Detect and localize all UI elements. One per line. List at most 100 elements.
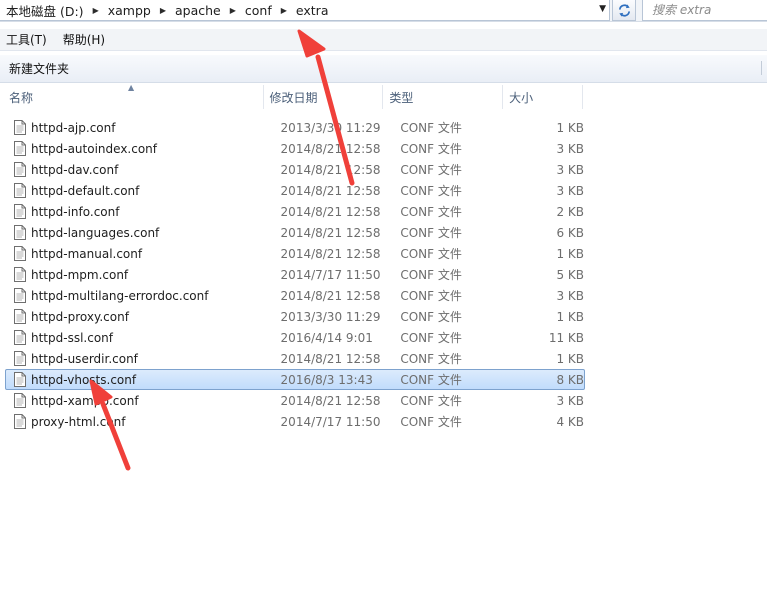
file-date: 2014/8/21 12:58 <box>280 162 381 177</box>
document-icon <box>14 372 26 387</box>
document-icon <box>14 414 26 429</box>
file-row[interactable]: httpd-dav.conf 2014/8/21 12:58 CONF 文件 3 KB <box>5 159 585 180</box>
triangle-right-icon[interactable]: ▶ <box>230 6 236 15</box>
file-type: CONF 文件 <box>400 121 462 135</box>
file-row[interactable]: httpd-ajp.conf 2013/3/30 11:29 CONF 文件 1 KB <box>5 117 585 138</box>
breadcrumb-extra[interactable]: extra <box>296 3 329 18</box>
column-header-size-label: 大小 <box>509 90 534 105</box>
file-row[interactable]: httpd-multilang-errordoc.conf 2014/8/21 1… <box>5 285 585 306</box>
file-row[interactable]: httpd-autoindex.conf 2014/8/21 12:58 CONF … <box>5 138 585 159</box>
file-type: CONF 文件 <box>400 331 462 345</box>
breadcrumb-drive[interactable]: 本地磁盘 (D:) <box>6 1 84 20</box>
file-name: httpd-dav.conf <box>31 162 119 177</box>
file-date: 2014/8/21 12:58 <box>280 288 381 303</box>
file-type: CONF 文件 <box>400 247 462 261</box>
menu-tools[interactable]: 工具(T) <box>6 31 47 48</box>
document-icon <box>14 288 26 303</box>
file-name: httpd-proxy.conf <box>31 309 129 324</box>
breadcrumb[interactable]: 本地磁盘 (D:) ▶ xampp ▶ apache ▶ conf ▶ extr… <box>0 0 610 21</box>
file-size: 5 KB <box>556 267 584 282</box>
column-header-date-label: 修改日期 <box>269 90 318 105</box>
file-row[interactable]: httpd-manual.conf 2014/8/21 12:58 CONF 文件 1… <box>5 243 585 264</box>
document-icon <box>14 393 26 408</box>
file-name: httpd-xampp.conf <box>31 393 139 408</box>
column-header-name-label: 名称 <box>9 90 34 105</box>
file-date: 2014/8/21 12:58 <box>280 141 381 156</box>
file-row[interactable]: httpd-mpm.conf 2014/7/17 11:50 CONF 文件 5 KB <box>5 264 585 285</box>
file-name: httpd-userdir.conf <box>31 351 138 366</box>
file-size: 3 KB <box>556 141 584 156</box>
document-icon <box>14 204 26 219</box>
breadcrumb-conf[interactable]: conf <box>245 3 272 18</box>
file-size: 1 KB <box>556 309 584 324</box>
file-type: CONF 文件 <box>400 184 462 198</box>
file-name: httpd-multilang-errordoc.conf <box>31 288 209 303</box>
file-type: CONF 文件 <box>400 142 462 156</box>
file-name: httpd-vhosts.conf <box>31 372 137 387</box>
file-row[interactable]: httpd-languages.conf 2014/8/21 12:58 CONF … <box>5 222 585 243</box>
new-folder-button[interactable]: 新建文件夹 <box>9 60 69 77</box>
file-row[interactable]: httpd-proxy.conf 2013/3/30 11:29 CONF 文件 1 … <box>5 306 585 327</box>
refresh-button[interactable] <box>612 0 636 21</box>
address-bar: 本地磁盘 (D:) ▶ xampp ▶ apache ▶ conf ▶ extr… <box>0 0 767 22</box>
file-name: httpd-mpm.conf <box>31 267 129 282</box>
document-icon <box>14 351 26 366</box>
file-date: 2014/7/17 11:50 <box>280 414 381 429</box>
file-name: httpd-autoindex.conf <box>31 141 157 156</box>
search-input[interactable] <box>643 0 767 20</box>
column-header-type-label: 类型 <box>389 90 414 105</box>
file-list: httpd-ajp.conf 2013/3/30 11:29 CONF 文件 1 KB… <box>0 117 585 432</box>
file-date: 2014/8/21 12:58 <box>280 351 381 366</box>
file-size: 1 KB <box>556 246 584 261</box>
file-type: CONF 文件 <box>400 205 462 219</box>
menu-help[interactable]: 帮助(H) <box>63 31 105 48</box>
file-size: 1 KB <box>556 120 584 135</box>
column-header-date[interactable]: 修改日期 <box>264 85 384 109</box>
file-date: 2014/8/21 12:58 <box>280 225 381 240</box>
column-header-type[interactable]: 类型 <box>383 85 504 109</box>
search-box[interactable] <box>642 0 767 21</box>
file-date: 2013/3/30 11:29 <box>280 120 381 135</box>
file-date: 2014/7/17 11:50 <box>280 267 381 282</box>
file-row[interactable]: proxy-html.conf 2014/7/17 11:50 CONF 文件 4 K… <box>5 411 585 432</box>
file-date: 2014/8/21 12:58 <box>280 204 381 219</box>
toolbar-overflow[interactable] <box>761 61 767 75</box>
column-header-size[interactable]: 大小 <box>503 85 584 109</box>
triangle-right-icon[interactable]: ▶ <box>160 6 166 15</box>
file-name: httpd-ssl.conf <box>31 330 114 345</box>
document-icon <box>14 267 26 282</box>
file-type: CONF 文件 <box>400 352 462 366</box>
file-date: 2014/8/21 12:58 <box>280 183 381 198</box>
file-row[interactable]: httpd-default.conf 2014/8/21 12:58 CONF 文件… <box>5 180 585 201</box>
file-row[interactable]: httpd-vhosts.conf 2016/8/3 13:43 CONF 文件 8 … <box>5 369 585 390</box>
breadcrumb-apache[interactable]: apache <box>175 3 221 18</box>
document-icon <box>14 183 26 198</box>
column-header-name[interactable]: ▲ 名称 <box>0 83 264 109</box>
document-icon <box>14 246 26 261</box>
document-icon <box>14 309 26 324</box>
chevron-down-icon[interactable]: ▼ <box>599 4 606 14</box>
file-row[interactable]: httpd-ssl.conf 2016/4/14 9:01 CONF 文件 11 KB <box>5 327 585 348</box>
menu-bar: 工具(T) 帮助(H) <box>0 29 767 51</box>
document-icon <box>14 120 26 135</box>
column-headers: ▲ 名称 修改日期 类型 大小 <box>0 83 584 109</box>
file-type: CONF 文件 <box>400 373 462 387</box>
file-size: 4 KB <box>556 414 584 429</box>
file-size: 1 KB <box>556 351 584 366</box>
file-row[interactable]: httpd-xampp.conf 2014/8/21 12:58 CONF 文件 3 … <box>5 390 585 411</box>
breadcrumb-xampp[interactable]: xampp <box>108 3 151 18</box>
file-date: 2016/4/14 9:01 <box>280 330 373 345</box>
file-name: httpd-ajp.conf <box>31 120 116 135</box>
file-date: 2016/8/3 13:43 <box>280 372 373 387</box>
triangle-right-icon[interactable]: ▶ <box>281 6 287 15</box>
document-icon <box>14 330 26 345</box>
document-icon <box>14 141 26 156</box>
file-name: httpd-default.conf <box>31 183 140 198</box>
file-row[interactable]: httpd-info.conf 2014/8/21 12:58 CONF 文件 2 K… <box>5 201 585 222</box>
toolbar: 新建文件夹 <box>0 55 767 83</box>
file-size: 3 KB <box>556 393 584 408</box>
file-name: httpd-languages.conf <box>31 225 160 240</box>
file-name: httpd-info.conf <box>31 204 120 219</box>
triangle-right-icon[interactable]: ▶ <box>93 6 99 15</box>
file-row[interactable]: httpd-userdir.conf 2014/8/21 12:58 CONF 文件… <box>5 348 585 369</box>
